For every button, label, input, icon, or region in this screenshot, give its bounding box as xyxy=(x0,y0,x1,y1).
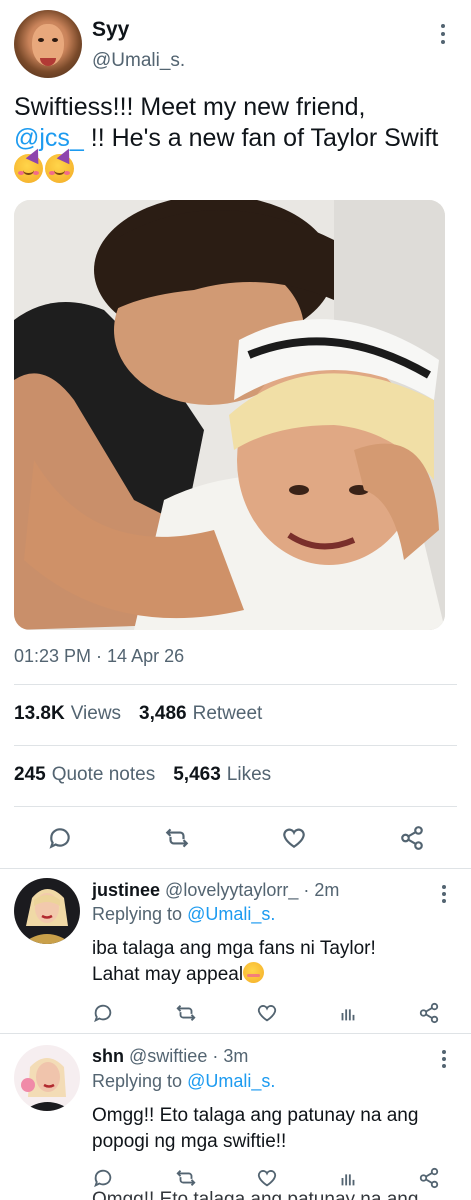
partying-face-emoji xyxy=(45,145,76,183)
reply-time: · 3m xyxy=(212,1046,249,1066)
analytics-icon[interactable] xyxy=(334,999,362,1027)
replying-mention[interactable]: @Umali_s. xyxy=(187,904,275,924)
likes-count[interactable]: 5,463 xyxy=(173,764,221,786)
analytics-icon[interactable] xyxy=(334,1164,362,1192)
tweet-action-bar xyxy=(0,820,471,856)
reply-author-handle[interactable]: @swiftiee xyxy=(129,1046,207,1066)
reply-text-line: iba talaga ang mga fans ni Taylor! xyxy=(92,938,376,959)
more-options-icon[interactable] xyxy=(438,883,450,905)
divider xyxy=(0,1033,471,1034)
reply-avatar[interactable] xyxy=(14,1045,80,1111)
reply-time: · 2m xyxy=(303,880,340,900)
heart-icon[interactable] xyxy=(280,824,308,852)
reply-icon[interactable] xyxy=(89,1164,117,1192)
views-label: Views xyxy=(70,703,122,724)
share-icon[interactable] xyxy=(415,1164,443,1192)
reply-icon[interactable] xyxy=(89,999,117,1027)
heart-icon[interactable] xyxy=(253,1164,281,1192)
replying-prefix: Replying to xyxy=(92,904,183,924)
reply-avatar[interactable] xyxy=(14,878,80,944)
smiling-face-emoji xyxy=(243,962,265,983)
divider xyxy=(14,745,457,746)
reply-text: Omgg!! Eto talaga ang patunay na ang pop… xyxy=(92,1103,464,1155)
more-options-icon[interactable] xyxy=(433,22,453,46)
replying-mention[interactable]: @Umali_s. xyxy=(187,1071,275,1091)
retweet-count[interactable]: 3,486 xyxy=(139,703,187,725)
heart-icon[interactable] xyxy=(253,999,281,1027)
partying-face-emoji xyxy=(14,145,45,183)
author-handle[interactable]: @Umali_s. xyxy=(92,50,185,72)
stats-views-retweets: 13.8K Views 3,486 Retweet xyxy=(14,703,262,725)
divider xyxy=(14,684,457,685)
tweet-photo[interactable] xyxy=(14,200,445,630)
tweet-text-part: !! He's a new fan of Taylor Swift xyxy=(83,124,439,152)
replying-to: Replying to @Umali_s. xyxy=(92,904,275,925)
divider xyxy=(0,868,471,869)
reply-header: justinee @lovelyytaylorr_ · 2m xyxy=(92,880,339,901)
tweet-text: Swiftiess!!! Meet my new friend, @jcs_ !… xyxy=(14,92,462,154)
author-avatar[interactable] xyxy=(14,10,82,78)
reply-text-line: popogi ng mga swiftie!! xyxy=(92,1131,287,1152)
retweet-label[interactable]: Retweet xyxy=(193,703,263,725)
tweet-timestamp: 01:23 PM · 14 Apr 26 xyxy=(14,646,185,666)
quote-count[interactable]: 245 xyxy=(14,764,46,786)
avatar-eye xyxy=(38,38,44,42)
replying-to: Replying to @Umali_s. xyxy=(92,1071,275,1092)
divider xyxy=(14,806,457,807)
cutoff-text: Omgg!! Eto talaga ang patunay na ang xyxy=(92,1189,419,1200)
reply-author-name[interactable]: justinee xyxy=(92,880,160,900)
replying-prefix: Replying to xyxy=(92,1071,183,1091)
reply-header: shn @swiftiee · 3m xyxy=(92,1046,248,1067)
tweet-text-part: Swiftiess!!! Meet my new friend, xyxy=(14,93,366,121)
stats-quotes-likes: 245 Quote notes 5,463 Likes xyxy=(14,764,271,786)
views-count: 13.8K xyxy=(14,703,65,724)
retweet-icon[interactable] xyxy=(163,824,191,852)
more-options-icon[interactable] xyxy=(438,1048,450,1070)
reply-text-line: Lahat may appeal xyxy=(92,964,244,985)
share-icon[interactable] xyxy=(415,999,443,1027)
reply-author-name[interactable]: shn xyxy=(92,1046,124,1066)
author-name[interactable]: Syy xyxy=(92,18,129,42)
retweet-icon[interactable] xyxy=(172,1164,200,1192)
reply-text: iba talaga ang mga fans ni Taylor! Lahat… xyxy=(92,936,452,988)
retweet-icon[interactable] xyxy=(172,999,200,1027)
mention-link[interactable]: @jcs_ xyxy=(14,124,84,152)
quote-label[interactable]: Quote notes xyxy=(52,764,156,786)
emoji-row xyxy=(14,145,76,183)
reply-author-handle[interactable]: @lovelyytaylorr_ xyxy=(165,880,298,900)
reply-icon[interactable] xyxy=(46,824,74,852)
avatar-eye xyxy=(52,38,58,42)
likes-label[interactable]: Likes xyxy=(227,764,271,786)
share-icon[interactable] xyxy=(398,824,426,852)
reply-text-line: Omgg!! Eto talaga ang patunay na ang xyxy=(92,1105,419,1126)
